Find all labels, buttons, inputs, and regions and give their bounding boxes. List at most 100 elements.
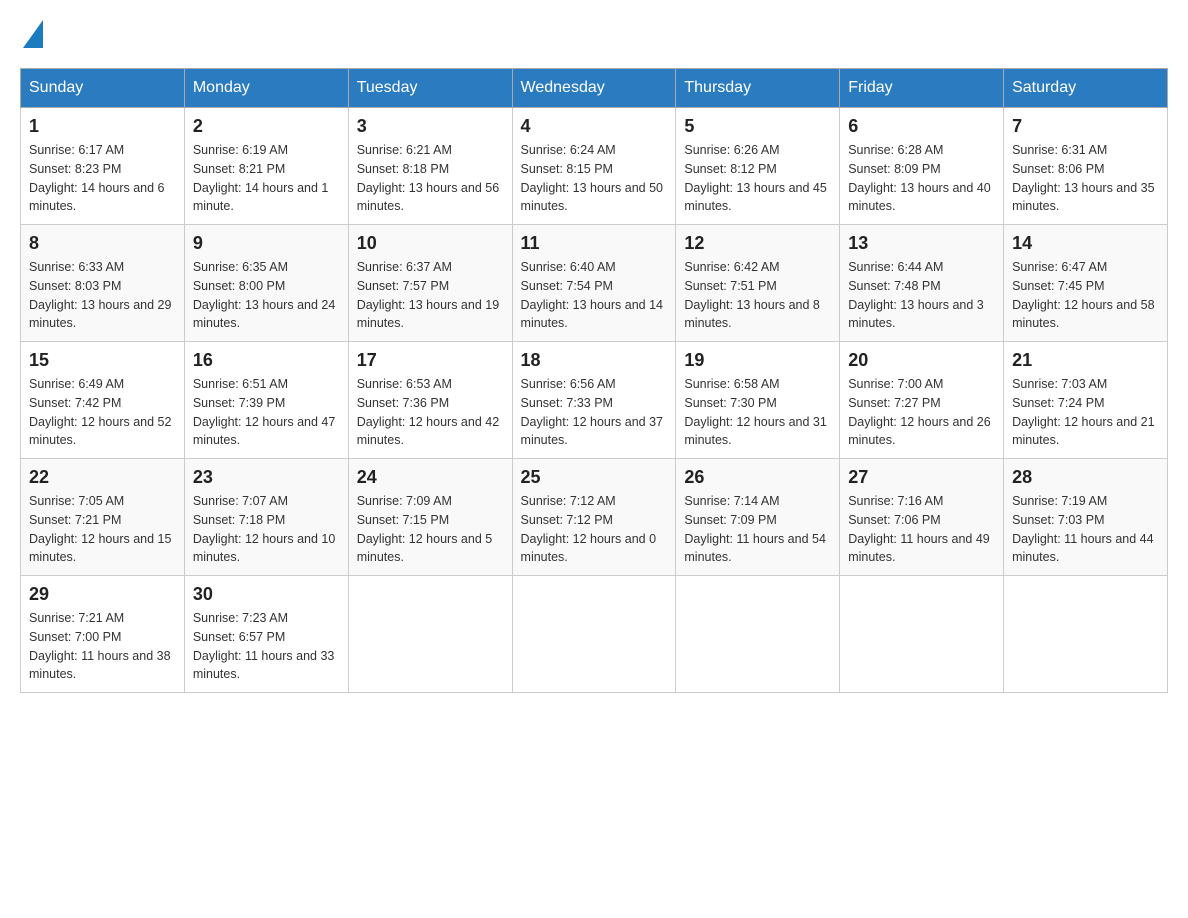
calendar-cell: 24 Sunrise: 7:09 AMSunset: 7:15 PMDayligh… [348, 459, 512, 576]
day-info: Sunrise: 7:05 AMSunset: 7:21 PMDaylight:… [29, 492, 176, 567]
calendar-week-row: 15Sunrise: 6:49 AMSunset: 7:42 PMDayligh… [21, 342, 1168, 459]
calendar-header-friday: Friday [840, 69, 1004, 108]
day-number: 8 [29, 233, 176, 254]
calendar-header-tuesday: Tuesday [348, 69, 512, 108]
day-number: 4 [521, 116, 668, 137]
day-info: Sunrise: 6:58 AMSunset: 7:30 PMDaylight:… [684, 375, 831, 450]
day-number: 29 [29, 584, 176, 605]
calendar-header-monday: Monday [184, 69, 348, 108]
calendar-cell: 3 Sunrise: 6:21 AMSunset: 8:18 PMDaylight… [348, 108, 512, 225]
calendar-cell: 17 Sunrise: 6:53 AMSunset: 7:36 PMDayligh… [348, 342, 512, 459]
calendar-cell: 2 Sunrise: 6:19 AMSunset: 8:21 PMDaylight… [184, 108, 348, 225]
day-info: Sunrise: 6:35 AMSunset: 8:00 PMDaylight:… [193, 258, 340, 333]
calendar-cell: 28 Sunrise: 7:19 AMSunset: 7:03 PMDayligh… [1004, 459, 1168, 576]
calendar-cell: 7 Sunrise: 6:31 AMSunset: 8:06 PMDaylight… [1004, 108, 1168, 225]
calendar-header-row: SundayMondayTuesdayWednesdayThursdayFrid… [21, 69, 1168, 108]
day-info: Sunrise: 6:33 AMSunset: 8:03 PMDaylight:… [29, 258, 176, 333]
day-info: Sunrise: 7:23 AMSunset: 6:57 PMDaylight:… [193, 609, 340, 684]
day-number: 18 [521, 350, 668, 371]
calendar-cell [348, 576, 512, 693]
calendar-header-sunday: Sunday [21, 69, 185, 108]
calendar-week-row: 29 Sunrise: 7:21 AMSunset: 7:00 PMDayligh… [21, 576, 1168, 693]
calendar-cell: 15Sunrise: 6:49 AMSunset: 7:42 PMDayligh… [21, 342, 185, 459]
calendar-cell: 21Sunrise: 7:03 AMSunset: 7:24 PMDayligh… [1004, 342, 1168, 459]
day-info: Sunrise: 6:44 AMSunset: 7:48 PMDaylight:… [848, 258, 995, 333]
day-info: Sunrise: 6:26 AMSunset: 8:12 PMDaylight:… [684, 141, 831, 216]
day-number: 11 [521, 233, 668, 254]
day-info: Sunrise: 6:40 AMSunset: 7:54 PMDaylight:… [521, 258, 668, 333]
day-number: 17 [357, 350, 504, 371]
day-number: 6 [848, 116, 995, 137]
day-number: 23 [193, 467, 340, 488]
day-info: Sunrise: 7:19 AMSunset: 7:03 PMDaylight:… [1012, 492, 1159, 567]
day-number: 2 [193, 116, 340, 137]
day-number: 24 [357, 467, 504, 488]
calendar-cell: 11 Sunrise: 6:40 AMSunset: 7:54 PMDayligh… [512, 225, 676, 342]
day-number: 12 [684, 233, 831, 254]
day-number: 14 [1012, 233, 1159, 254]
day-number: 5 [684, 116, 831, 137]
day-info: Sunrise: 7:16 AMSunset: 7:06 PMDaylight:… [848, 492, 995, 567]
day-info: Sunrise: 6:19 AMSunset: 8:21 PMDaylight:… [193, 141, 340, 216]
calendar-header-wednesday: Wednesday [512, 69, 676, 108]
day-info: Sunrise: 7:07 AMSunset: 7:18 PMDaylight:… [193, 492, 340, 567]
calendar-header-saturday: Saturday [1004, 69, 1168, 108]
day-info: Sunrise: 7:00 AMSunset: 7:27 PMDaylight:… [848, 375, 995, 450]
calendar-header-thursday: Thursday [676, 69, 840, 108]
day-number: 27 [848, 467, 995, 488]
calendar-cell: 13Sunrise: 6:44 AMSunset: 7:48 PMDayligh… [840, 225, 1004, 342]
calendar-cell: 10Sunrise: 6:37 AMSunset: 7:57 PMDayligh… [348, 225, 512, 342]
day-info: Sunrise: 6:21 AMSunset: 8:18 PMDaylight:… [357, 141, 504, 216]
day-info: Sunrise: 6:56 AMSunset: 7:33 PMDaylight:… [521, 375, 668, 450]
day-info: Sunrise: 7:14 AMSunset: 7:09 PMDaylight:… [684, 492, 831, 567]
day-info: Sunrise: 6:49 AMSunset: 7:42 PMDaylight:… [29, 375, 176, 450]
day-info: Sunrise: 6:47 AMSunset: 7:45 PMDaylight:… [1012, 258, 1159, 333]
calendar-cell: 30 Sunrise: 7:23 AMSunset: 6:57 PMDayligh… [184, 576, 348, 693]
day-number: 3 [357, 116, 504, 137]
day-info: Sunrise: 6:42 AMSunset: 7:51 PMDaylight:… [684, 258, 831, 333]
day-number: 25 [521, 467, 668, 488]
day-info: Sunrise: 6:51 AMSunset: 7:39 PMDaylight:… [193, 375, 340, 450]
calendar-cell [840, 576, 1004, 693]
day-number: 20 [848, 350, 995, 371]
calendar-cell: 4 Sunrise: 6:24 AMSunset: 8:15 PMDaylight… [512, 108, 676, 225]
day-info: Sunrise: 7:21 AMSunset: 7:00 PMDaylight:… [29, 609, 176, 684]
logo-arrow-icon [23, 20, 43, 48]
day-info: Sunrise: 7:09 AMSunset: 7:15 PMDaylight:… [357, 492, 504, 567]
day-number: 7 [1012, 116, 1159, 137]
day-number: 28 [1012, 467, 1159, 488]
calendar-cell [676, 576, 840, 693]
day-number: 16 [193, 350, 340, 371]
calendar-cell: 14 Sunrise: 6:47 AMSunset: 7:45 PMDayligh… [1004, 225, 1168, 342]
calendar-cell [1004, 576, 1168, 693]
calendar-cell: 16 Sunrise: 6:51 AMSunset: 7:39 PMDayligh… [184, 342, 348, 459]
day-number: 19 [684, 350, 831, 371]
calendar-cell: 5 Sunrise: 6:26 AMSunset: 8:12 PMDaylight… [676, 108, 840, 225]
day-number: 9 [193, 233, 340, 254]
calendar-cell: 9 Sunrise: 6:35 AMSunset: 8:00 PMDaylight… [184, 225, 348, 342]
calendar-week-row: 8 Sunrise: 6:33 AMSunset: 8:03 PMDaylight… [21, 225, 1168, 342]
calendar-cell: 19 Sunrise: 6:58 AMSunset: 7:30 PMDayligh… [676, 342, 840, 459]
calendar-cell: 8 Sunrise: 6:33 AMSunset: 8:03 PMDaylight… [21, 225, 185, 342]
calendar-cell: 20 Sunrise: 7:00 AMSunset: 7:27 PMDayligh… [840, 342, 1004, 459]
calendar-cell: 27 Sunrise: 7:16 AMSunset: 7:06 PMDayligh… [840, 459, 1004, 576]
calendar-cell: 26 Sunrise: 7:14 AMSunset: 7:09 PMDayligh… [676, 459, 840, 576]
calendar-table: SundayMondayTuesdayWednesdayThursdayFrid… [20, 68, 1168, 693]
day-number: 1 [29, 116, 176, 137]
day-info: Sunrise: 6:31 AMSunset: 8:06 PMDaylight:… [1012, 141, 1159, 216]
day-number: 26 [684, 467, 831, 488]
page-header [20, 20, 1168, 48]
calendar-cell: 23 Sunrise: 7:07 AMSunset: 7:18 PMDayligh… [184, 459, 348, 576]
calendar-cell: 29 Sunrise: 7:21 AMSunset: 7:00 PMDayligh… [21, 576, 185, 693]
calendar-cell: 25Sunrise: 7:12 AMSunset: 7:12 PMDayligh… [512, 459, 676, 576]
calendar-cell: 6Sunrise: 6:28 AMSunset: 8:09 PMDaylight… [840, 108, 1004, 225]
day-info: Sunrise: 6:53 AMSunset: 7:36 PMDaylight:… [357, 375, 504, 450]
calendar-cell: 12 Sunrise: 6:42 AMSunset: 7:51 PMDayligh… [676, 225, 840, 342]
calendar-cell [512, 576, 676, 693]
day-info: Sunrise: 7:03 AMSunset: 7:24 PMDaylight:… [1012, 375, 1159, 450]
calendar-week-row: 22 Sunrise: 7:05 AMSunset: 7:21 PMDayligh… [21, 459, 1168, 576]
day-number: 22 [29, 467, 176, 488]
day-info: Sunrise: 6:17 AMSunset: 8:23 PMDaylight:… [29, 141, 176, 216]
day-info: Sunrise: 6:24 AMSunset: 8:15 PMDaylight:… [521, 141, 668, 216]
day-number: 30 [193, 584, 340, 605]
